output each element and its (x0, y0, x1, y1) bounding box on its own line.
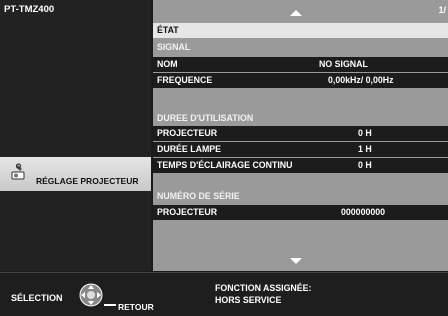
row-label: DURÉE LAMPE (157, 144, 222, 154)
row-value: NO SIGNAL (319, 59, 368, 69)
return-label: RETOUR (118, 302, 154, 312)
table-row: FREQUENCE 0,00kHz/ 0,00Hz (153, 73, 448, 88)
heading-text: SIGNAL (157, 42, 191, 52)
row-value: 0 H (358, 128, 372, 138)
row-label: PROJECTEUR (157, 128, 218, 138)
scroll-up-arrow-icon[interactable] (290, 10, 302, 16)
row-label: FREQUENCE (157, 75, 213, 85)
table-row: NOM NO SIGNAL (153, 57, 448, 72)
row-value: 000000000 (341, 207, 386, 217)
footer-bar: SÉLECTION RETOUR FONCTION ASSIGNÉE: HORS… (0, 272, 448, 316)
function-assigned-label: FONCTION ASSIGNÉE: (215, 283, 312, 293)
function-assigned-value: HORS SERVICE (215, 295, 282, 305)
wrench-projector-icon (11, 163, 25, 180)
heading-text: DUREE D'UTILISATION (157, 113, 254, 123)
section-heading-usage: DUREE D'UTILISATION (153, 111, 448, 126)
return-key-icon (104, 304, 116, 306)
row-label: NOM (157, 59, 178, 69)
scroll-down-arrow-icon[interactable] (290, 258, 302, 264)
section-heading-serial: NUMÉRO DE SÉRIE (153, 189, 448, 204)
sidebar-item-label: RÉGLAGE PROJECTEUR (36, 176, 139, 186)
table-row: DURÉE LAMPE 1 H (153, 142, 448, 157)
model-name: PT-TMZ400 (4, 4, 55, 15)
table-row: PROJECTEUR 0 H (153, 126, 448, 141)
row-label: TEMPS D'ÉCLAIRAGE CONTINU (157, 160, 293, 170)
top-bar: 1/ (153, 0, 448, 22)
heading-text: NUMÉRO DE SÉRIE (157, 191, 240, 201)
row-value: 1 H (358, 144, 372, 154)
table-row: TEMPS D'ÉCLAIRAGE CONTINU 0 H (153, 158, 448, 173)
sidebar-item-reglage-projecteur[interactable]: RÉGLAGE PROJECTEUR (0, 157, 151, 191)
table-row: PROJECTEUR 000000000 (153, 205, 448, 220)
state-title: ÉTAT (153, 23, 448, 38)
dpad-icon (79, 283, 103, 307)
main-panel: 1/ ÉTAT SIGNAL NOM NO SIGNAL FREQUENCE 0… (153, 0, 448, 271)
section-heading-signal: SIGNAL (153, 40, 448, 55)
page-indicator: 1/ (438, 5, 446, 15)
row-label: PROJECTEUR (157, 207, 218, 217)
projector-menu-screen: PT-TMZ400 RÉGLAGE PROJECTEUR 1/ ÉTAT SIG… (0, 0, 448, 316)
sidebar: PT-TMZ400 RÉGLAGE PROJECTEUR (0, 0, 151, 271)
state-label: ÉTAT (157, 25, 179, 35)
row-value: 0 H (358, 160, 372, 170)
row-value: 0,00kHz/ 0,00Hz (328, 75, 394, 85)
select-label: SÉLECTION (11, 293, 63, 303)
